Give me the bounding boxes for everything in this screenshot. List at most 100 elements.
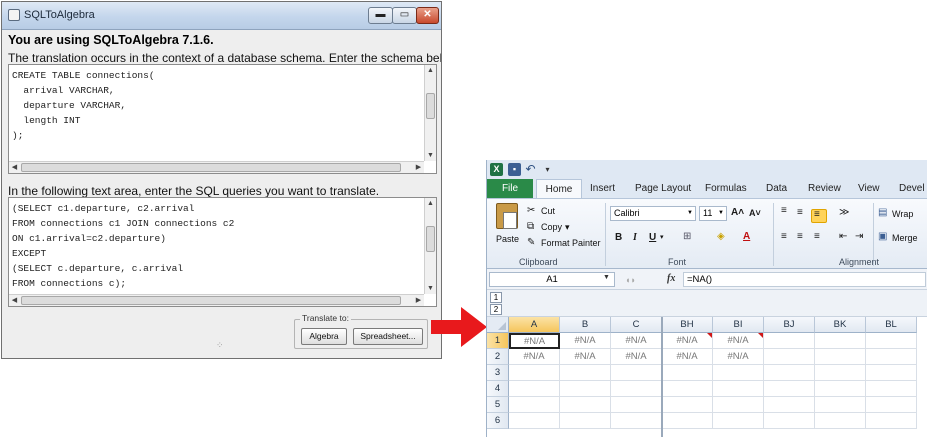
cell-BH4[interactable] bbox=[662, 381, 713, 397]
tab-page-layout[interactable]: Page Layout bbox=[635, 179, 691, 198]
cut-icon[interactable]: ✂ bbox=[527, 205, 535, 216]
cell-B6[interactable] bbox=[560, 413, 611, 429]
cell-B2[interactable]: #N/A bbox=[560, 349, 611, 365]
paste-button[interactable]: Paste bbox=[496, 234, 519, 244]
shrink-font-button[interactable]: A˅ bbox=[749, 208, 761, 218]
resize-grip-icon[interactable]: ⁘ bbox=[216, 340, 224, 351]
copy-dropdown-icon[interactable]: ▾ bbox=[565, 222, 570, 233]
insert-function-button[interactable]: fx bbox=[667, 273, 675, 284]
cell-BI1[interactable]: #N/A bbox=[713, 333, 764, 349]
scroll-right-icon[interactable]: ▶ bbox=[413, 295, 424, 306]
middle-align-icon[interactable]: ≡ bbox=[797, 207, 803, 218]
cell-BL3[interactable] bbox=[866, 365, 917, 381]
scroll-thumb[interactable] bbox=[21, 296, 401, 305]
format-painter-button[interactable]: Format Painter bbox=[541, 238, 601, 248]
cell-BJ2[interactable] bbox=[764, 349, 815, 365]
tab-formulas[interactable]: Formulas bbox=[705, 179, 747, 198]
cell-BK6[interactable] bbox=[815, 413, 866, 429]
bottom-align-icon[interactable]: ≡ bbox=[814, 209, 820, 220]
cell-C6[interactable] bbox=[611, 413, 662, 429]
cell-BL1[interactable] bbox=[866, 333, 917, 349]
cell-A3[interactable] bbox=[509, 365, 560, 381]
query-horizontal-scrollbar[interactable]: ◀ ▶ bbox=[9, 294, 424, 306]
fill-color-icon[interactable]: ◈ bbox=[717, 231, 725, 242]
schema-textarea[interactable]: CREATE TABLE connections( arrival VARCHA… bbox=[8, 64, 437, 174]
tab-file[interactable]: File bbox=[487, 179, 533, 198]
cell-BH5[interactable] bbox=[662, 397, 713, 413]
row-header-3[interactable]: 3 bbox=[487, 365, 509, 381]
cell-BJ6[interactable] bbox=[764, 413, 815, 429]
cell-B5[interactable] bbox=[560, 397, 611, 413]
cell-B1[interactable]: #N/A bbox=[560, 333, 611, 349]
font-name-select[interactable]: Calibri ▼ bbox=[610, 206, 696, 221]
scroll-down-icon[interactable]: ▼ bbox=[425, 283, 436, 294]
cell-BK2[interactable] bbox=[815, 349, 866, 365]
tab-home[interactable]: Home bbox=[536, 179, 582, 199]
format-painter-icon[interactable]: ✎ bbox=[527, 237, 535, 248]
tab-data[interactable]: Data bbox=[766, 179, 787, 198]
cell-BH1[interactable]: #N/A bbox=[662, 333, 713, 349]
cell-C1[interactable]: #N/A bbox=[611, 333, 662, 349]
column-header-B[interactable]: B bbox=[560, 317, 611, 333]
row-header-4[interactable]: 4 bbox=[487, 381, 509, 397]
scroll-thumb[interactable] bbox=[426, 226, 435, 252]
decrease-indent-icon[interactable]: ⇤ bbox=[839, 231, 847, 242]
cell-A6[interactable] bbox=[509, 413, 560, 429]
wrap-text-button[interactable]: Wrap bbox=[892, 209, 913, 219]
cell-BH3[interactable] bbox=[662, 365, 713, 381]
query-vertical-scrollbar[interactable]: ▲ ▼ bbox=[424, 198, 436, 294]
close-button[interactable]: ✕ bbox=[416, 7, 439, 24]
wrap-text-icon[interactable]: ▤ bbox=[878, 207, 887, 218]
column-header-BJ[interactable]: BJ bbox=[764, 317, 815, 333]
cell-BH2[interactable]: #N/A bbox=[662, 349, 713, 365]
border-icon[interactable]: ⊞ bbox=[683, 231, 691, 242]
schema-horizontal-scrollbar[interactable]: ◀ ▶ bbox=[9, 161, 424, 173]
undo-icon[interactable]: ↶ bbox=[524, 163, 537, 176]
merge-button[interactable]: Merge bbox=[892, 233, 918, 243]
cell-BI3[interactable] bbox=[713, 365, 764, 381]
query-textarea[interactable]: (SELECT c1.departure, c2.arrival FROM co… bbox=[8, 197, 437, 307]
scroll-right-icon[interactable]: ▶ bbox=[413, 162, 424, 173]
tab-view[interactable]: View bbox=[858, 179, 880, 198]
tab-developer[interactable]: Devel bbox=[899, 179, 925, 198]
cell-BL5[interactable] bbox=[866, 397, 917, 413]
select-all-corner[interactable] bbox=[487, 317, 509, 333]
scroll-left-icon[interactable]: ◀ bbox=[9, 295, 20, 306]
cell-BK5[interactable] bbox=[815, 397, 866, 413]
cell-BK1[interactable] bbox=[815, 333, 866, 349]
scroll-left-icon[interactable]: ◀ bbox=[9, 162, 20, 173]
cell-B3[interactable] bbox=[560, 365, 611, 381]
cell-B4[interactable] bbox=[560, 381, 611, 397]
italic-button[interactable]: I bbox=[633, 232, 637, 243]
paste-icon[interactable] bbox=[496, 203, 518, 229]
cell-BJ5[interactable] bbox=[764, 397, 815, 413]
column-header-A[interactable]: A bbox=[509, 317, 560, 333]
increase-indent-icon[interactable]: ⇥ bbox=[855, 231, 863, 242]
cell-A2[interactable]: #N/A bbox=[509, 349, 560, 365]
maximize-button[interactable]: ▭ bbox=[392, 7, 417, 24]
column-header-BI[interactable]: BI bbox=[713, 317, 764, 333]
cell-C4[interactable] bbox=[611, 381, 662, 397]
tab-insert[interactable]: Insert bbox=[590, 179, 615, 198]
cell-BI5[interactable] bbox=[713, 397, 764, 413]
scroll-up-icon[interactable]: ▲ bbox=[425, 198, 436, 209]
cell-BK3[interactable] bbox=[815, 365, 866, 381]
cell-BI2[interactable]: #N/A bbox=[713, 349, 764, 365]
cell-BI4[interactable] bbox=[713, 381, 764, 397]
row-header-2[interactable]: 2 bbox=[487, 349, 509, 365]
schema-vertical-scrollbar[interactable]: ▲ ▼ bbox=[424, 65, 436, 161]
customize-toolbar-icon[interactable]: ▾ bbox=[541, 163, 554, 176]
cell-BK4[interactable] bbox=[815, 381, 866, 397]
cell-A5[interactable] bbox=[509, 397, 560, 413]
name-box[interactable]: A1 bbox=[489, 272, 615, 287]
scroll-up-icon[interactable]: ▲ bbox=[425, 65, 436, 76]
cell-C5[interactable] bbox=[611, 397, 662, 413]
cell-A4[interactable] bbox=[509, 381, 560, 397]
align-right-icon[interactable]: ≡ bbox=[814, 231, 820, 242]
cell-BJ4[interactable] bbox=[764, 381, 815, 397]
cell-BI6[interactable] bbox=[713, 413, 764, 429]
font-color-icon[interactable]: A bbox=[743, 231, 750, 242]
column-header-C[interactable]: C bbox=[611, 317, 662, 333]
spreadsheet-button[interactable]: Spreadsheet... bbox=[353, 328, 423, 345]
row-header-5[interactable]: 5 bbox=[487, 397, 509, 413]
